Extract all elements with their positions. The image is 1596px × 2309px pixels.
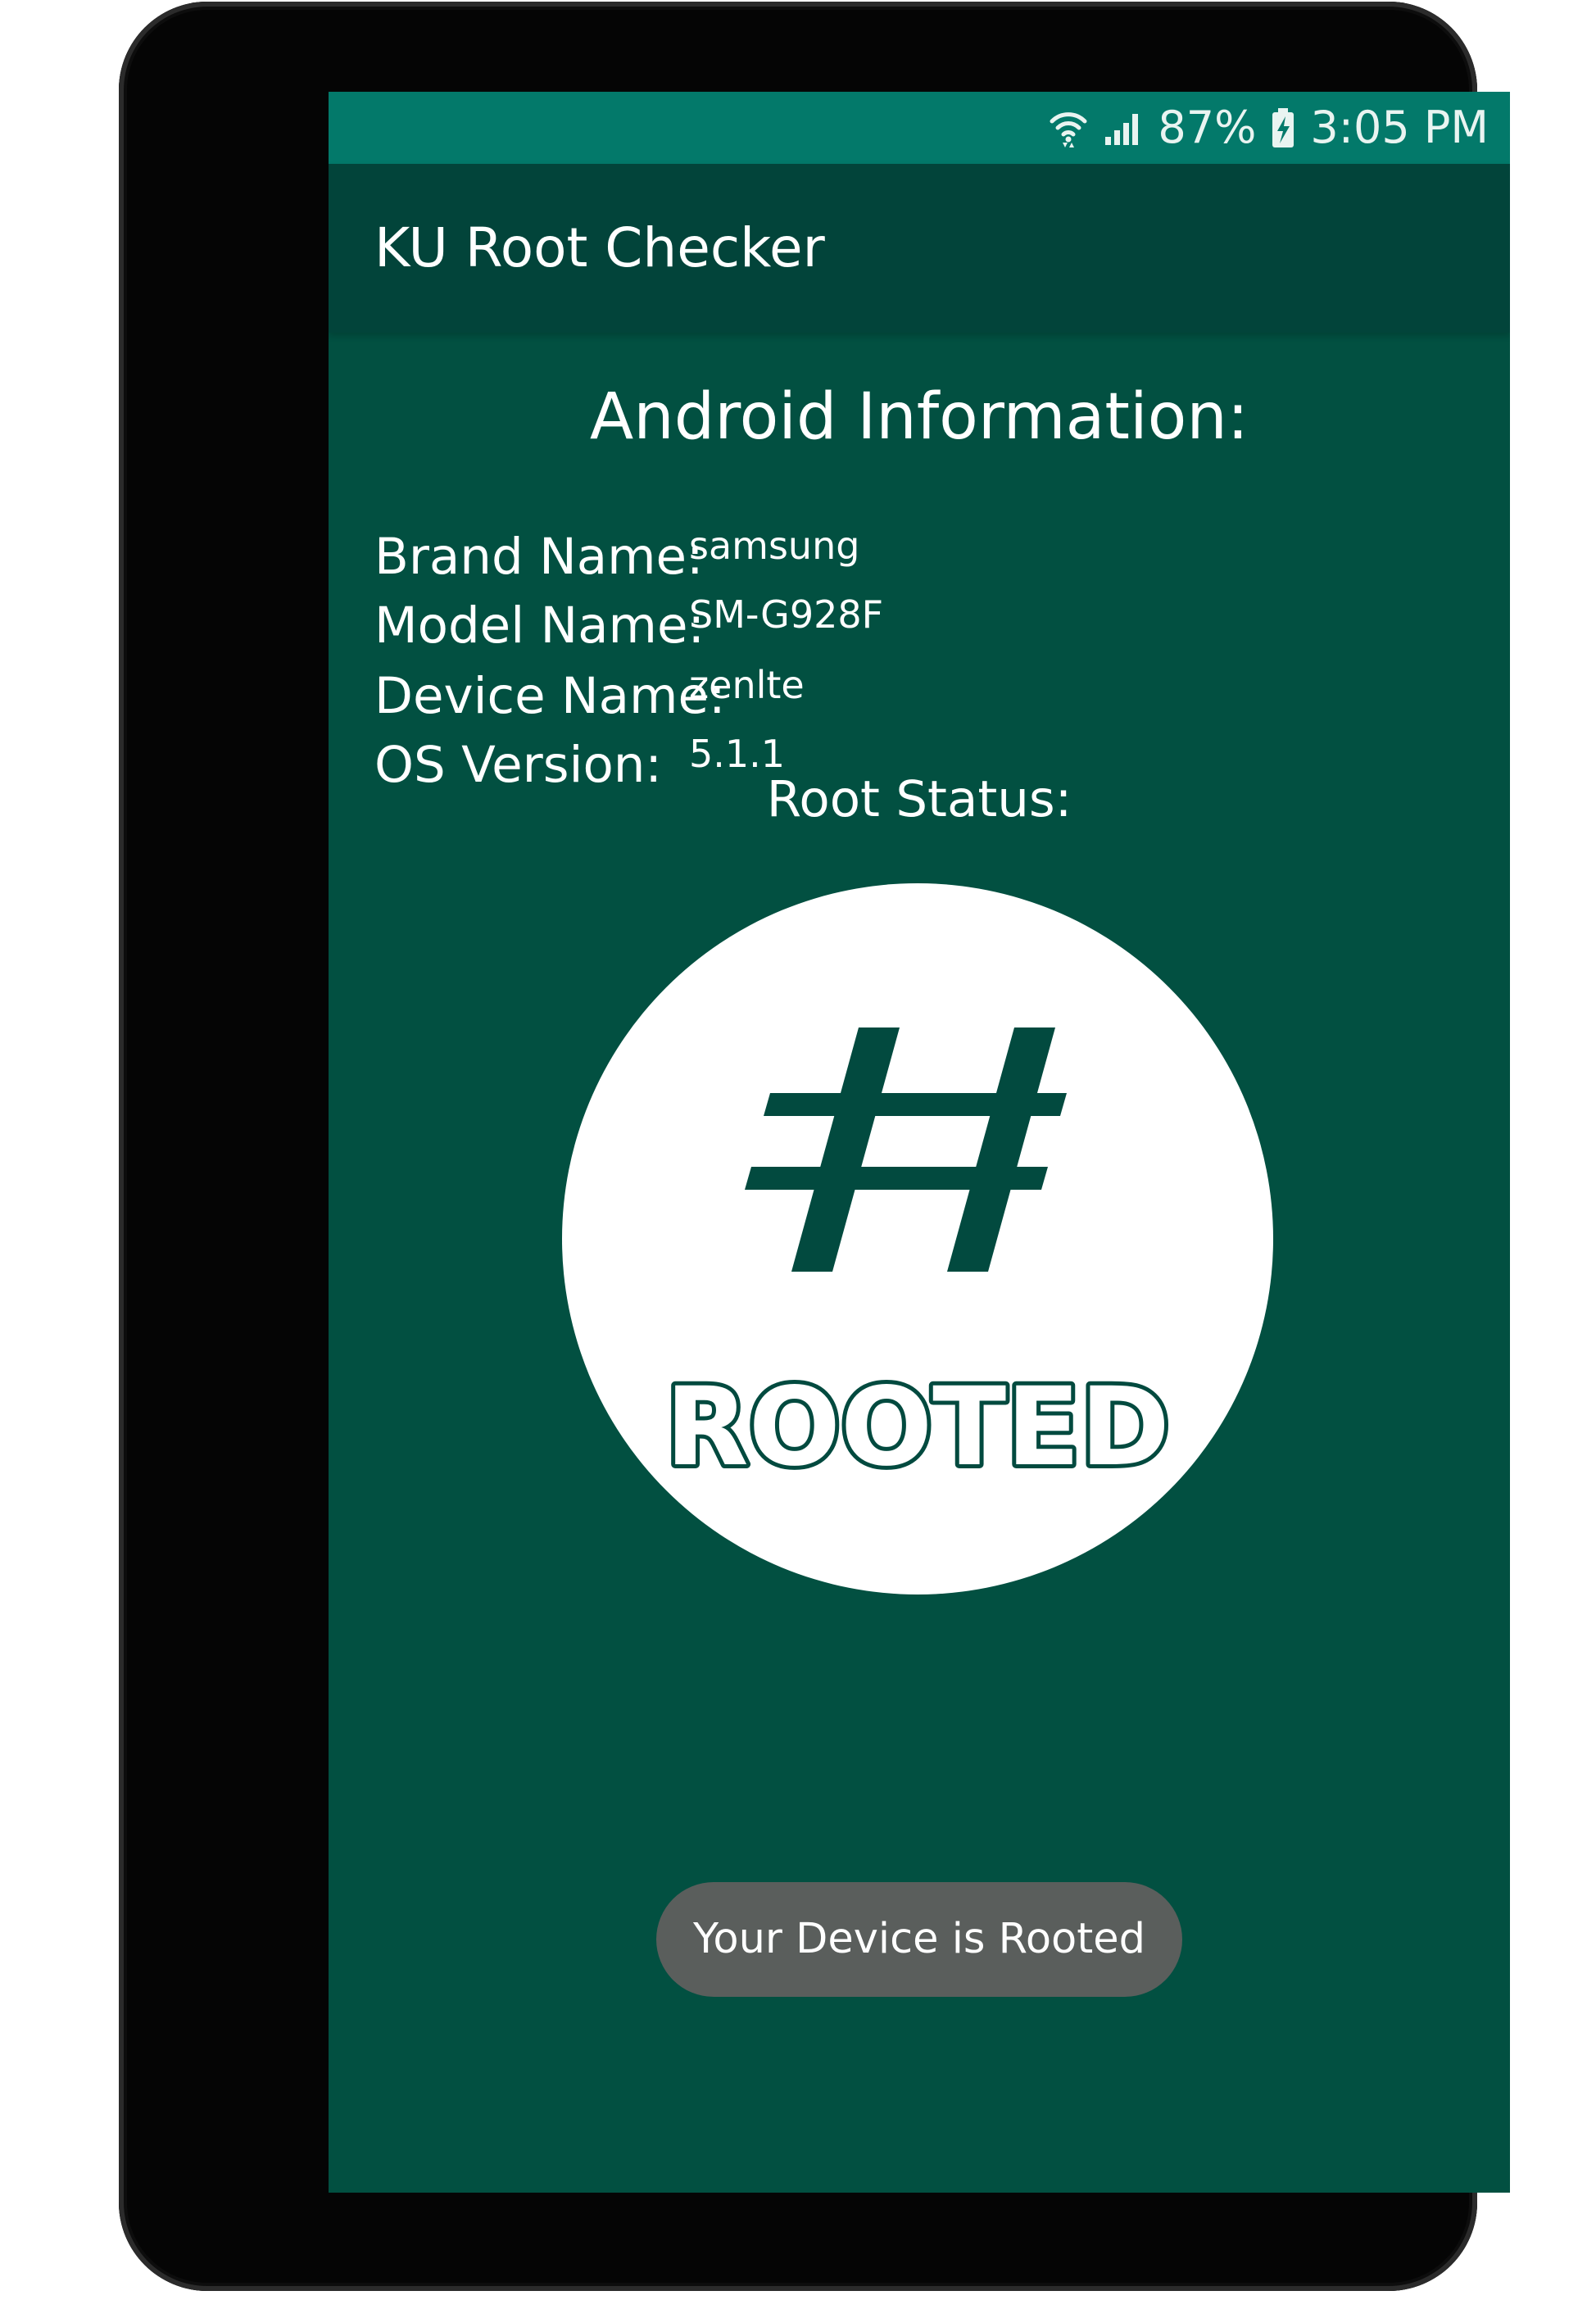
app-bar: KU Root Checker xyxy=(329,164,1510,333)
device-screen: 87% 3:05 PM KU Root Checker Android Info… xyxy=(329,92,1510,2193)
wifi-icon xyxy=(1050,107,1087,149)
android-info-heading: Android Information: xyxy=(589,380,1249,454)
clock: 3:05 PM xyxy=(1310,102,1489,153)
status-indicators: 87% 3:05 PM xyxy=(1050,92,1489,164)
device-name-value: zenlte xyxy=(689,663,805,707)
battery-percent: 87% xyxy=(1158,102,1257,153)
battery-charging-icon xyxy=(1271,107,1295,149)
root-status-label: Root Status: xyxy=(766,770,1072,828)
info-row-model: Model Name: SM-G928F xyxy=(374,592,1440,660)
brand-name-label: Brand Name: xyxy=(374,528,704,586)
status-bar: 87% 3:05 PM xyxy=(329,92,1510,164)
hash-icon xyxy=(745,1027,1067,1272)
rooted-toast: Your Device is Rooted xyxy=(656,1882,1182,1997)
info-row-brand: Brand Name: samsung xyxy=(374,523,1440,592)
rooted-badge: ROOTED xyxy=(562,883,1273,1595)
rooted-text: ROOTED xyxy=(665,1364,1170,1490)
info-row-device: Device Name: zenlte xyxy=(374,662,1440,731)
tablet-frame: 87% 3:05 PM KU Root Checker Android Info… xyxy=(119,2,1510,2291)
model-name-label: Model Name: xyxy=(374,597,705,655)
signal-icon xyxy=(1102,109,1143,147)
device-mockup: 87% 3:05 PM KU Root Checker Android Info… xyxy=(0,0,1596,2309)
brand-name-value: samsung xyxy=(689,524,860,568)
device-name-label: Device Name: xyxy=(374,667,726,725)
app-title: KU Root Checker xyxy=(374,216,825,279)
model-name-value: SM-G928F xyxy=(689,592,884,637)
